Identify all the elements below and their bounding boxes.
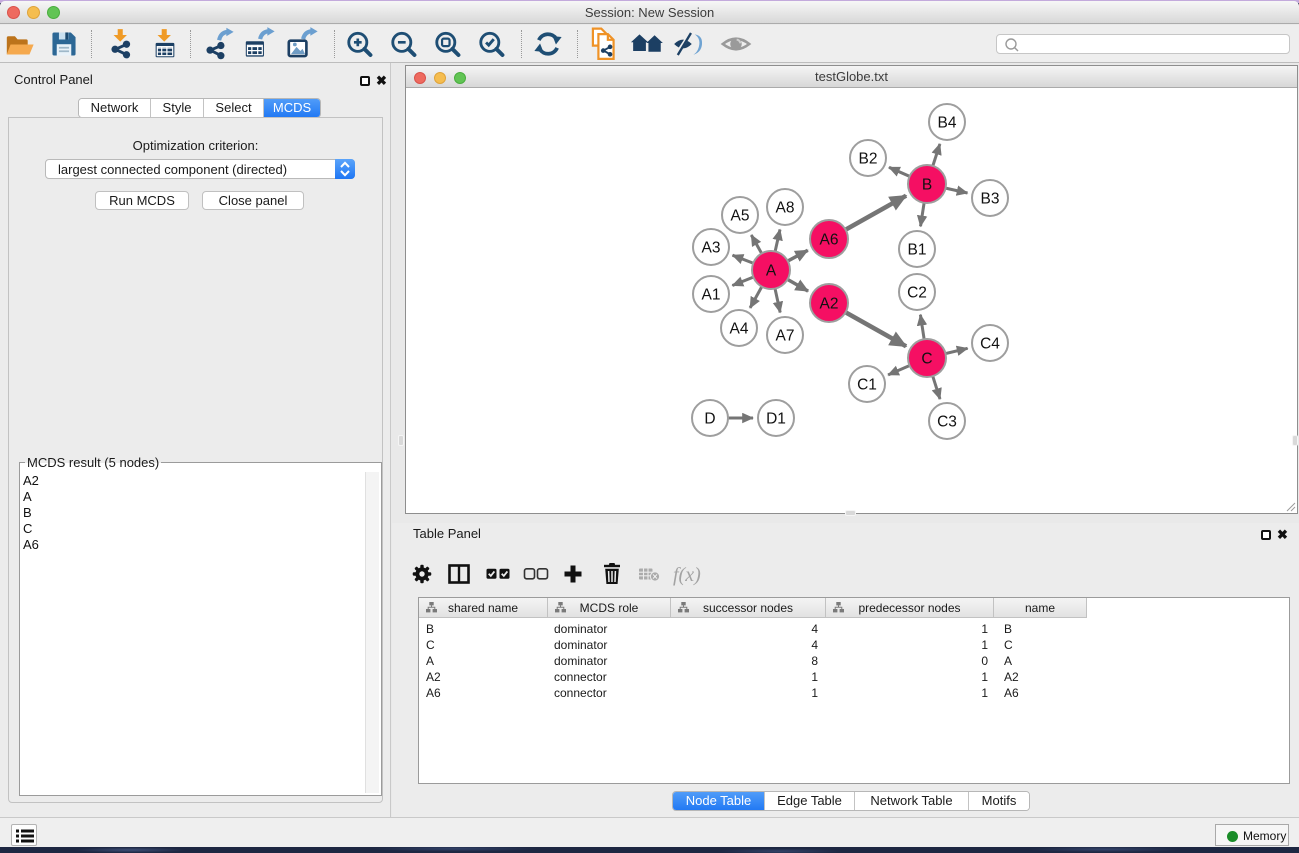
svg-text:C4: C4 xyxy=(980,336,1000,353)
svg-text:C2: C2 xyxy=(907,285,927,302)
svg-text:A7: A7 xyxy=(776,328,795,345)
svg-text:C3: C3 xyxy=(937,414,957,431)
svg-text:A8: A8 xyxy=(776,200,795,217)
svg-text:B4: B4 xyxy=(938,115,957,132)
svg-text:C1: C1 xyxy=(857,377,877,394)
svg-text:D1: D1 xyxy=(766,411,786,428)
svg-text:B: B xyxy=(922,177,932,194)
svg-text:A5: A5 xyxy=(731,208,750,225)
svg-text:A2: A2 xyxy=(820,296,839,313)
svg-text:A3: A3 xyxy=(702,240,721,257)
svg-text:A4: A4 xyxy=(730,321,749,338)
svg-text:f(x): f(x) xyxy=(673,564,701,586)
svg-text:D: D xyxy=(704,411,715,428)
svg-text:A: A xyxy=(766,263,777,280)
svg-text:B2: B2 xyxy=(859,151,878,168)
svg-text:A6: A6 xyxy=(820,232,839,249)
svg-text:B3: B3 xyxy=(981,191,1000,208)
svg-text:A1: A1 xyxy=(702,287,721,304)
svg-text:C: C xyxy=(921,351,932,368)
svg-text:B1: B1 xyxy=(908,242,927,259)
